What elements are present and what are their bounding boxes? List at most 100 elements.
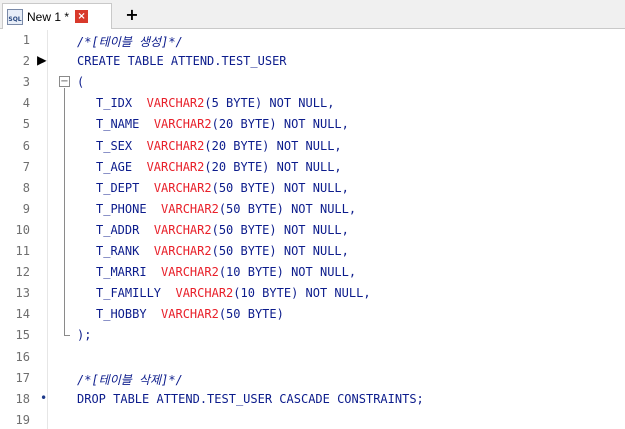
code-line[interactable]: 14 T_HOBBY VARCHAR2(50 BYTE): [0, 304, 625, 325]
tab-title: New 1 *: [27, 9, 70, 24]
line-number: 10: [15, 222, 30, 237]
line-number: 18: [15, 391, 30, 406]
fold-guide-line: [64, 88, 65, 336]
column-name: T_HOBBY: [96, 307, 147, 322]
code-line[interactable]: 12 T_MARRI VARCHAR2(10 BYTE) NOT NULL,: [0, 262, 625, 283]
data-type: VARCHAR2: [161, 201, 219, 216]
code-text: (: [77, 75, 85, 90]
column-name: T_RANK: [96, 244, 140, 258]
code-text: /*[테이블 생성]*/: [77, 35, 183, 49]
code-line[interactable]: 2 ▶ CREATE TABLE ATTEND.TEST_USER: [0, 50, 625, 72]
line-number: 7: [22, 159, 30, 174]
close-tab-icon[interactable]: ×: [75, 10, 89, 23]
code-line[interactable]: 17 /*[테이블 삭제]*/: [0, 368, 625, 389]
line-number: 9: [22, 201, 30, 216]
sql-editor[interactable]: 1 /*[테이블 생성]*/ 2 ▶ CREATE TABLE ATTEND.TEST_…: [0, 30, 625, 429]
code-line[interactable]: 11 T_RANK VARCHAR2(50 BYTE) NOT NULL,: [0, 241, 625, 262]
data-type: VARCHAR2: [161, 265, 219, 280]
code-line[interactable]: 3(: [0, 72, 625, 93]
code-text: T_PHONE VARCHAR2(50 BYTE) NOT NULL,: [96, 202, 356, 216]
column-constraint: (50 BYTE) NOT NULL,: [211, 222, 349, 237]
code-line[interactable]: 8 T_DEPT VARCHAR2(50 BYTE) NOT NULL,: [0, 178, 625, 199]
line-number: 2: [22, 54, 30, 69]
data-type: VARCHAR2: [153, 117, 212, 132]
column-name: T_IDX: [96, 96, 133, 111]
line-number: 14: [15, 307, 30, 322]
sql-file-icon: SQL: [7, 8, 23, 25]
code-text: /*[테이블 삭제]*/: [77, 372, 183, 387]
data-type: VARCHAR2: [153, 244, 212, 258]
line-number: 3: [22, 75, 30, 90]
column-name: T_FAMILLY: [96, 286, 162, 301]
column-constraint: (50 BYTE): [218, 307, 284, 322]
code-line[interactable]: 18 • DROP TABLE ATTEND.TEST_USER CASCADE C…: [0, 389, 625, 410]
code-text: T_DEPT VARCHAR2(50 BYTE) NOT NULL,: [96, 181, 349, 195]
code-text: T_HOBBY VARCHAR2(50 BYTE): [96, 307, 284, 321]
column-name: T_DEPT: [96, 180, 140, 195]
column-constraint: (50 BYTE) NOT NULL,: [218, 201, 357, 216]
code-line[interactable]: 10 T_ADDR VARCHAR2(50 BYTE) NOT NULL,: [0, 220, 625, 241]
code-text: T_ADDR VARCHAR2(50 BYTE) NOT NULL,: [96, 223, 349, 237]
column-constraint: (10 BYTE) NOT NULL,: [233, 286, 371, 301]
column-name: T_NAME: [96, 117, 140, 132]
code-text: T_MARRI VARCHAR2(10 BYTE) NOT NULL,: [96, 265, 356, 279]
code-text: );: [77, 328, 92, 343]
column-name: T_SEX: [96, 138, 133, 153]
current-line-arrow-icon: ▶: [37, 50, 47, 70]
code-line[interactable]: 4 T_IDX VARCHAR2(5 BYTE) NOT NULL,: [0, 93, 625, 114]
tab-new-1[interactable]: SQL New 1 * ×: [2, 3, 112, 29]
line-number: 4: [22, 96, 30, 111]
line-number: 12: [15, 265, 30, 280]
code-text: CREATE TABLE ATTEND.TEST_USER: [77, 54, 287, 69]
line-number: 19: [15, 412, 30, 427]
column-name: T_PHONE: [96, 201, 147, 216]
column-constraint: (20 BYTE) NOT NULL,: [204, 138, 342, 153]
line-number: 8: [22, 180, 30, 195]
fold-end-marker: [64, 335, 70, 337]
column-name: T_AGE: [96, 159, 133, 174]
data-type: VARCHAR2: [146, 138, 205, 153]
line-number: 17: [15, 370, 30, 385]
data-type: VARCHAR2: [153, 180, 212, 195]
data-type: VARCHAR2: [146, 159, 205, 174]
code-text: T_AGE VARCHAR2(20 BYTE) NOT NULL,: [96, 160, 342, 174]
code-text: T_RANK VARCHAR2(50 BYTE) NOT NULL,: [96, 244, 349, 258]
line-number: 16: [15, 349, 30, 364]
line-number: 11: [15, 244, 30, 258]
line-number: 5: [22, 117, 30, 132]
code-line[interactable]: 16: [0, 347, 625, 368]
code-line[interactable]: 7 T_AGE VARCHAR2(20 BYTE) NOT NULL,: [0, 157, 625, 178]
line-number: 15: [15, 328, 30, 343]
data-type: VARCHAR2: [175, 286, 234, 301]
column-constraint: (20 BYTE) NOT NULL,: [204, 159, 342, 174]
new-tab-plus-icon[interactable]: +: [122, 4, 142, 24]
code-text: DROP TABLE ATTEND.TEST_USER CASCADE CONS…: [77, 391, 424, 406]
tab-bar: SQL New 1 * × +: [0, 0, 625, 29]
code-text: T_IDX VARCHAR2(5 BYTE) NOT NULL,: [96, 96, 334, 110]
code-line[interactable]: 15);: [0, 325, 625, 346]
column-constraint: (20 BYTE) NOT NULL,: [211, 117, 349, 132]
code-text: T_FAMILLY VARCHAR2(10 BYTE) NOT NULL,: [96, 286, 371, 300]
column-constraint: (50 BYTE) NOT NULL,: [211, 180, 349, 195]
fold-collapse-icon[interactable]: −: [59, 76, 70, 88]
code-line[interactable]: 1 /*[테이블 생성]*/: [0, 30, 625, 51]
bookmark-dot-icon: •: [40, 390, 48, 405]
line-number: 13: [15, 286, 30, 301]
column-constraint: (5 BYTE) NOT NULL,: [204, 96, 335, 111]
line-number: 1: [22, 33, 30, 47]
data-type: VARCHAR2: [161, 307, 219, 322]
column-constraint: (10 BYTE) NOT NULL,: [218, 265, 357, 280]
column-name: T_ADDR: [96, 222, 140, 237]
code-line[interactable]: 5 T_NAME VARCHAR2(20 BYTE) NOT NULL,: [0, 114, 625, 135]
code-line[interactable]: 13 T_FAMILLY VARCHAR2(10 BYTE) NOT NULL,: [0, 283, 625, 304]
code-text: T_SEX VARCHAR2(20 BYTE) NOT NULL,: [96, 139, 342, 153]
data-type: VARCHAR2: [146, 96, 205, 111]
code-text: T_NAME VARCHAR2(20 BYTE) NOT NULL,: [96, 117, 349, 131]
column-name: T_MARRI: [96, 265, 147, 280]
data-type: VARCHAR2: [153, 222, 212, 237]
code-line[interactable]: 6 T_SEX VARCHAR2(20 BYTE) NOT NULL,: [0, 136, 625, 157]
code-line[interactable]: 19: [0, 410, 625, 429]
column-constraint: (50 BYTE) NOT NULL,: [211, 244, 349, 258]
line-number: 6: [22, 138, 30, 153]
code-line[interactable]: 9 T_PHONE VARCHAR2(50 BYTE) NOT NULL,: [0, 199, 625, 220]
